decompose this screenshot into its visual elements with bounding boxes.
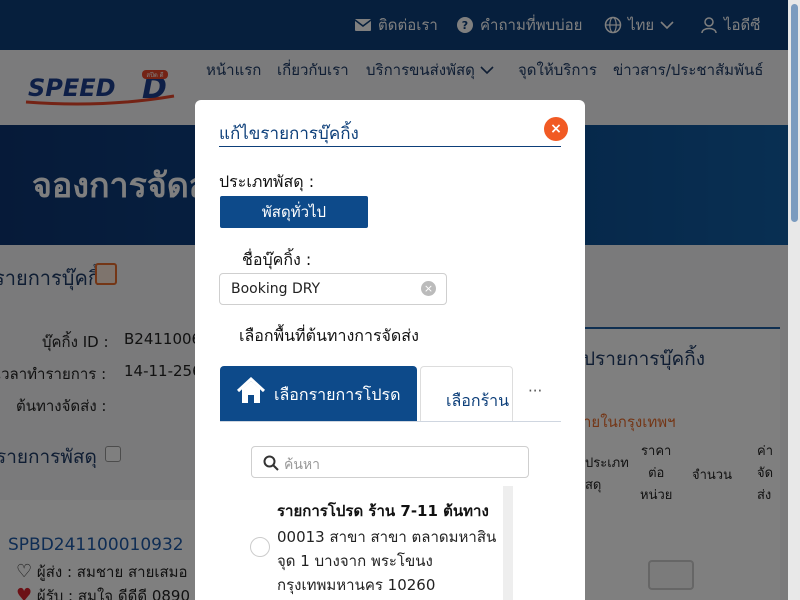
title-divider xyxy=(219,146,561,147)
tab-favorites[interactable]: เลือกรายการโปรด xyxy=(220,366,417,421)
list-scrollbar[interactable] xyxy=(503,486,513,600)
edit-booking-modal: แก้ไขรายการบุ๊คกิ้ง × ประเภทพัสดุ : พัสด… xyxy=(195,100,585,600)
booking-name-label: ชื่อบุ๊คกิ้ง : xyxy=(242,250,312,269)
clear-icon[interactable]: × xyxy=(421,281,436,296)
favorite-item-title: รายการโปรด ร้าน 7-11 ต้นทาง xyxy=(277,502,489,520)
booking-name-input[interactable]: Booking DRY × xyxy=(219,273,447,305)
page-scrollbar-thumb[interactable] xyxy=(791,4,798,222)
favorite-item-line3: กรุงเทพมหานคร 10260 xyxy=(277,576,436,594)
origin-area-label: เลือกพื้นที่ต้นทางการจัดส่ง xyxy=(239,326,419,345)
favorite-item-line2: จุด 1 บางจาก พระโขนง xyxy=(277,552,433,570)
favorite-item-line1: 00013 สาขา สาขา ตลาดมหาสิน xyxy=(277,528,497,546)
parcel-type-label: ประเภทพัสดุ : xyxy=(219,172,315,191)
favorite-radio[interactable] xyxy=(250,537,270,557)
tab-more-button[interactable]: ··· xyxy=(528,382,542,400)
search-input[interactable]: ค้นหา xyxy=(251,446,529,478)
tab-favorites-label: เลือกรายการโปรด xyxy=(274,385,401,404)
tab-store-label: เลือกร้าน xyxy=(446,391,510,410)
booking-name-value: Booking DRY xyxy=(231,281,321,297)
search-placeholder: ค้นหา xyxy=(284,457,321,473)
tab-store[interactable]: เลือกร้าน xyxy=(420,366,513,421)
modal-title: แก้ไขรายการบุ๊คกิ้ง xyxy=(219,124,359,144)
close-button[interactable]: × xyxy=(544,117,568,141)
parcel-type-button[interactable]: พัสดุทั่วไป xyxy=(220,196,368,228)
home-icon xyxy=(236,377,266,403)
tab-divider xyxy=(220,421,561,422)
search-icon xyxy=(263,455,279,471)
